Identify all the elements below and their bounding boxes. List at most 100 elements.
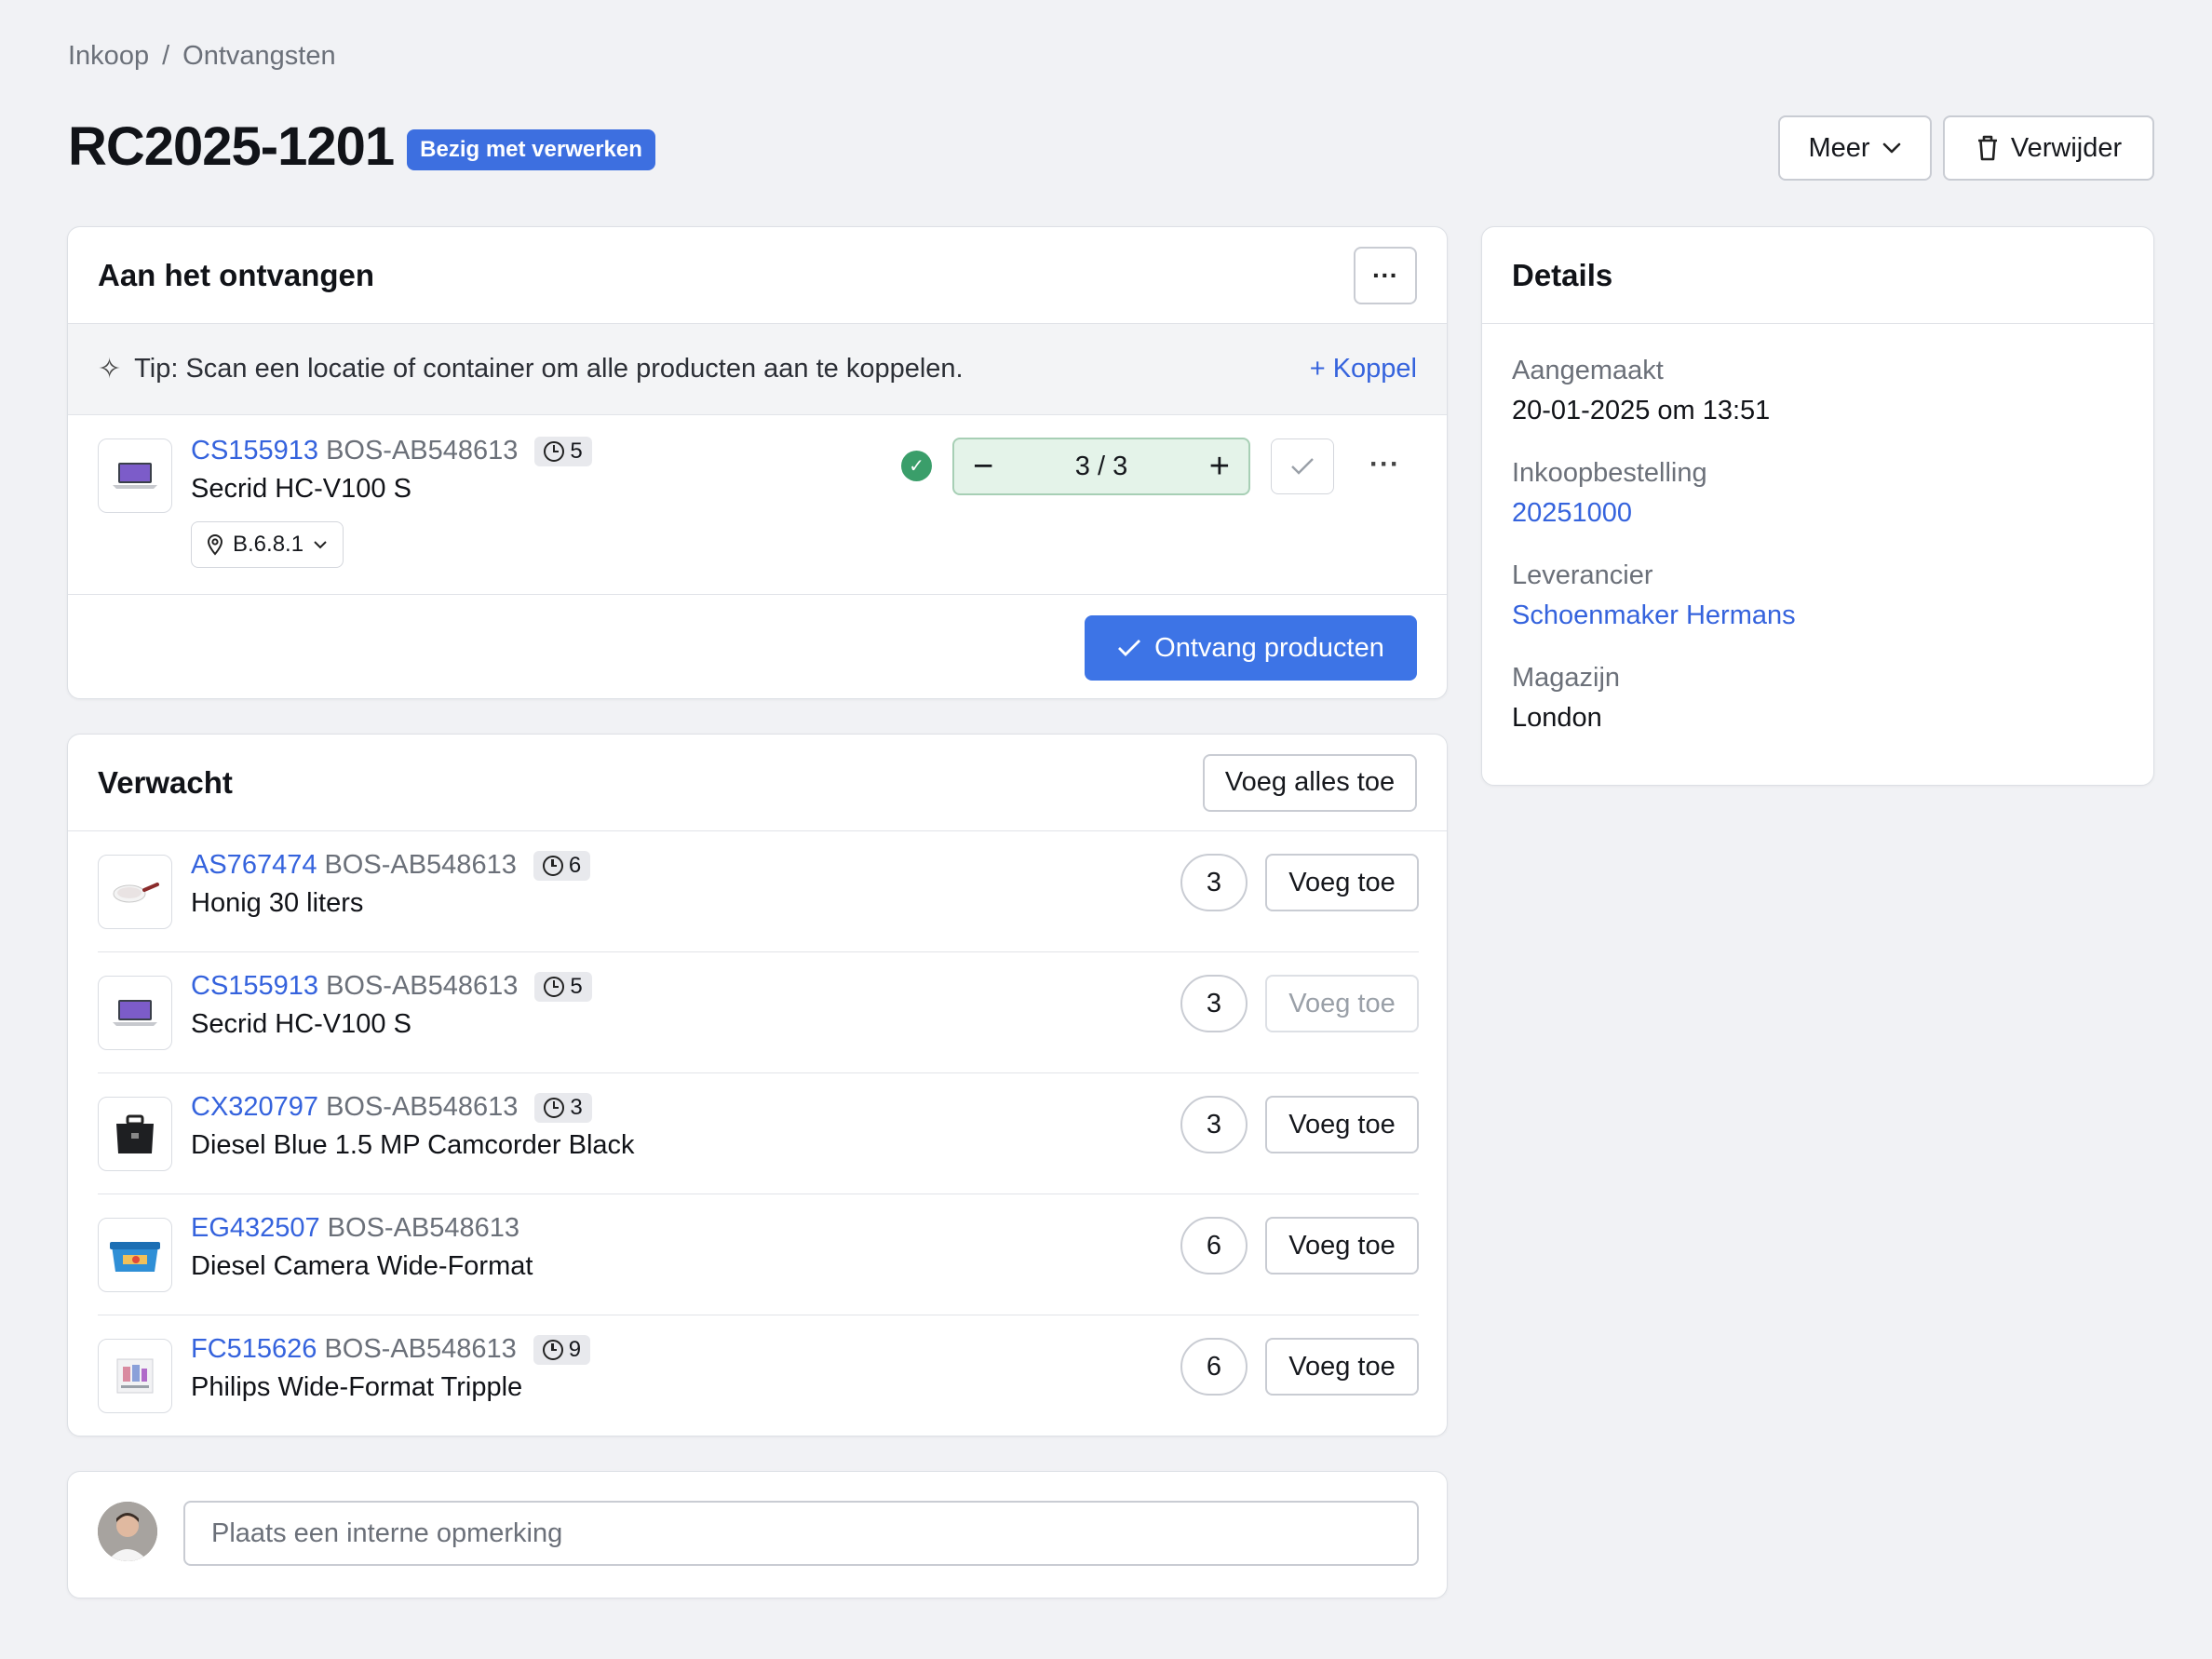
details-card-title: Details: [1512, 257, 1613, 292]
row-options-icon[interactable]: ···: [1369, 449, 1400, 480]
map-pin-icon: [207, 534, 223, 556]
add-item-button[interactable]: Voeg toe: [1265, 854, 1419, 911]
add-item-button[interactable]: Voeg toe: [1265, 1217, 1419, 1275]
detail-created: Aangemaakt 20-01-2025 om 13:51: [1482, 356, 2153, 426]
product-name: Secrid HC-V100 S: [191, 1009, 411, 1039]
detail-created-label: Aangemaakt: [1512, 356, 1664, 385]
delete-button[interactable]: Verwijder: [1943, 115, 2154, 181]
detail-po-label: Inkoopbestelling: [1512, 458, 1707, 488]
receive-products-label: Ontvang producten: [1154, 632, 1384, 663]
location-value: B.6.8.1: [233, 532, 304, 557]
laptop-image: [113, 463, 157, 489]
product-ref: BOS-AB548613: [326, 1092, 519, 1122]
breadcrumb-inkoop[interactable]: Inkoop: [68, 41, 149, 72]
expected-card-header: Verwacht Voeg alles toe: [68, 735, 1447, 831]
detail-warehouse: Magazijn London: [1482, 663, 2153, 734]
product-name: Diesel Camera Wide-Format: [191, 1251, 533, 1281]
more-button[interactable]: Meer: [1778, 115, 1932, 181]
confirm-line-button[interactable]: [1271, 438, 1334, 494]
purchase-order-link[interactable]: 20251000: [1512, 498, 2124, 529]
product-sku-link[interactable]: CS155913: [191, 971, 318, 1002]
product-ref: BOS-AB548613: [324, 850, 517, 880]
briefcase-image: [116, 1114, 154, 1153]
product-ref: BOS-AB548613: [327, 1213, 520, 1243]
expected-quantity: 6: [1180, 1338, 1248, 1396]
detail-supplier: Leverancier Schoenmaker Hermans: [1482, 560, 2153, 631]
expected-row: CX320797 BOS-AB548613 3 Diesel Blue 1.5 …: [98, 1073, 1419, 1194]
lead-time-badge: 5: [534, 971, 592, 1002]
check-circle-icon: ✓: [901, 451, 932, 481]
product-sku-link[interactable]: FC515626: [191, 1334, 317, 1365]
product-sku-link[interactable]: CX320797: [191, 1092, 318, 1123]
expected-quantity: 3: [1180, 975, 1248, 1032]
product-name: Secrid HC-V100 S: [191, 474, 411, 504]
plus-icon[interactable]: +: [1209, 449, 1230, 484]
user-avatar-image: [98, 1502, 157, 1561]
expected-row: FC515626 BOS-AB548613 9 Philips Wide-For…: [98, 1315, 1419, 1436]
clock-icon: [542, 1339, 563, 1360]
expected-card: Verwacht Voeg alles toe AS767474 BOS-AB5…: [67, 734, 1448, 1436]
breadcrumb: Inkoop / Ontvangsten: [68, 41, 336, 72]
product-name: Diesel Blue 1.5 MP Camcorder Black: [191, 1130, 635, 1160]
lead-time-value: 3: [570, 1094, 583, 1120]
product-name: Honig 30 liters: [191, 888, 364, 918]
expected-card-title: Verwacht: [98, 764, 233, 800]
product-box-image: [116, 1358, 154, 1394]
status-badge: Bezig met verwerken: [407, 128, 655, 170]
product-thumbnail: [98, 1339, 172, 1413]
trash-icon: [1977, 135, 1997, 161]
expected-row: CS155913 BOS-AB548613 5 Secrid HC-V100 S…: [98, 952, 1419, 1073]
receiving-item-info: CS155913 BOS-AB548613 5 Secrid HC-V100 S…: [191, 436, 592, 568]
product-name: Philips Wide-Format Tripple: [191, 1372, 523, 1402]
add-item-button-disabled[interactable]: Voeg toe: [1265, 975, 1419, 1032]
receiving-card-title: Aan het ontvangen: [98, 257, 375, 292]
product-sku-link[interactable]: EG432507: [191, 1213, 320, 1244]
product-thumbnail: [98, 1097, 172, 1171]
tip-bar: ✧ Tip: Scan een locatie of container om …: [68, 324, 1447, 415]
supplier-link[interactable]: Schoenmaker Hermans: [1512, 600, 2124, 631]
detail-warehouse-label: Magazijn: [1512, 663, 1621, 693]
comment-input[interactable]: [183, 1501, 1419, 1566]
check-icon: [1291, 458, 1314, 475]
quantity-stepper[interactable]: − 3 / 3 +: [952, 438, 1250, 495]
product-sku-link[interactable]: CS155913: [191, 436, 318, 466]
clock-icon: [544, 440, 565, 462]
receiving-card-header: Aan het ontvangen ···: [68, 227, 1447, 324]
lead-time-value: 5: [570, 973, 583, 999]
page-title: RC2025-1201: [68, 116, 395, 177]
add-item-button[interactable]: Voeg toe: [1265, 1338, 1419, 1396]
comment-card: [67, 1471, 1448, 1598]
location-select[interactable]: B.6.8.1: [191, 521, 344, 568]
add-item-button[interactable]: Voeg toe: [1265, 1096, 1419, 1153]
product-thumbnail: [98, 976, 172, 1050]
expected-quantity: 6: [1180, 1217, 1248, 1275]
clock-icon: [544, 1097, 565, 1118]
details-card-header: Details: [1482, 227, 2153, 324]
product-thumbnail: [98, 1218, 172, 1292]
breadcrumb-ontvangsten[interactable]: Ontvangsten: [182, 41, 335, 72]
chevron-down-icon: [1882, 142, 1900, 154]
lead-time-value: 6: [568, 852, 582, 878]
minus-icon[interactable]: −: [973, 449, 993, 484]
receiving-item-row: CS155913 BOS-AB548613 5 Secrid HC-V100 S…: [68, 415, 1447, 595]
product-thumbnail: [98, 438, 172, 513]
add-all-button[interactable]: Voeg alles toe: [1203, 753, 1417, 812]
more-button-label: Meer: [1808, 132, 1870, 163]
lead-time-value: 9: [568, 1336, 582, 1362]
detail-warehouse-value: London: [1512, 703, 1602, 733]
product-ref: BOS-AB548613: [326, 971, 519, 1001]
chevron-down-icon: [314, 541, 327, 549]
expected-row: AS767474 BOS-AB548613 6 Honig 30 liters …: [98, 831, 1419, 952]
product-ref: BOS-AB548613: [326, 436, 519, 465]
detail-supplier-label: Leverancier: [1512, 560, 1653, 590]
pan-image: [113, 883, 159, 903]
breadcrumb-separator: /: [162, 41, 170, 71]
product-sku-link[interactable]: AS767474: [191, 850, 317, 881]
receiving-options-button[interactable]: ···: [1354, 246, 1417, 304]
lead-time-badge: 6: [533, 850, 591, 881]
laptop-image: [113, 1000, 157, 1026]
storage-box-image: [110, 1242, 160, 1272]
link-button[interactable]: + Koppel: [1310, 354, 1417, 384]
receive-products-button[interactable]: Ontvang producten: [1085, 615, 1417, 681]
detail-purchase-order: Inkoopbestelling 20251000: [1482, 458, 2153, 529]
